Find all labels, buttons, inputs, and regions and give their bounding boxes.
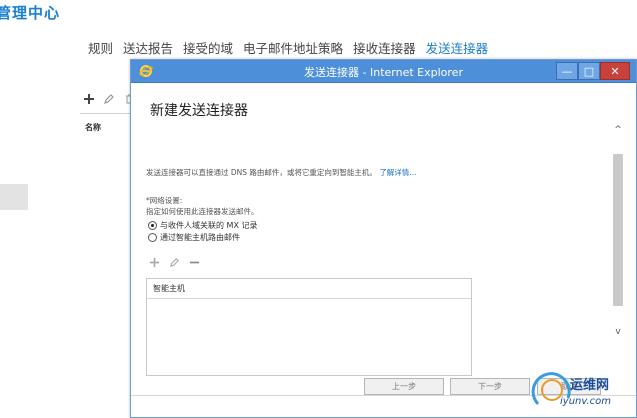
nav-email-address-policies[interactable]: 电子邮件地址策略 bbox=[243, 38, 343, 57]
maximize-button[interactable]: □ bbox=[578, 62, 600, 80]
sidebar-selected-item[interactable] bbox=[0, 184, 28, 210]
radio-button-checked[interactable] bbox=[148, 221, 157, 230]
dialog-content: 新建发送连接器 发送连接器可以直接通过 DNS 路由邮件，或将它重定向到智能主机… bbox=[132, 84, 608, 395]
top-nav: 规则 送达报告 接受的域 电子邮件地址策略 接收连接器 发送连接器 bbox=[88, 38, 488, 57]
intro-description: 发送连接器可以直接通过 DNS 路由邮件，或将它重定向到智能主机。 bbox=[146, 168, 377, 177]
scrollbar-thumb[interactable] bbox=[613, 154, 623, 306]
add-host-plus-icon[interactable] bbox=[148, 256, 160, 268]
close-button[interactable]: ✕ bbox=[600, 62, 630, 80]
radio-smart-host[interactable]: 通过智能主机路由邮件 bbox=[148, 232, 240, 243]
nav-receive-connectors[interactable]: 接收连接器 bbox=[353, 38, 416, 57]
radio-mx-record-label: 与收件人域关联的 MX 记录 bbox=[160, 221, 258, 230]
edit-host-pencil-icon[interactable] bbox=[168, 256, 180, 268]
watermark-url: iyunv.com bbox=[560, 396, 612, 407]
column-header-name[interactable]: 名称 bbox=[85, 122, 101, 133]
app-title: 管理中心 bbox=[0, 4, 61, 22]
scroll-up-chevron-icon[interactable]: ^ bbox=[609, 124, 627, 136]
nav-send-connectors[interactable]: 发送连接器 bbox=[426, 38, 489, 57]
radio-button-unchecked[interactable] bbox=[148, 233, 157, 242]
network-settings-label: *网络设置: bbox=[146, 196, 183, 205]
nav-rules[interactable]: 规则 bbox=[88, 38, 113, 57]
nav-accepted-domains[interactable]: 接受的域 bbox=[183, 38, 233, 57]
plus-icon[interactable] bbox=[82, 92, 96, 106]
minimize-button[interactable]: — bbox=[556, 62, 578, 80]
watermark-brand: 运维网 bbox=[570, 378, 610, 393]
back-button[interactable]: 上一步 bbox=[364, 378, 444, 395]
learn-more-link[interactable]: 了解详情... bbox=[379, 168, 416, 177]
vertical-scrollbar[interactable]: ^ v bbox=[609, 124, 627, 338]
smart-hosts-list[interactable]: 智能主机 bbox=[146, 278, 472, 376]
intro-text: 发送连接器可以直接通过 DNS 路由邮件，或将它重定向到智能主机。 了解详情..… bbox=[146, 167, 416, 178]
radio-smart-host-label: 通过智能主机路由邮件 bbox=[160, 233, 240, 242]
nav-delivery-reports[interactable]: 送达报告 bbox=[123, 38, 173, 57]
scroll-down-chevron-icon[interactable]: v bbox=[609, 326, 627, 338]
window-titlebar[interactable]: 发送连接器 - Internet Explorer — □ ✕ bbox=[131, 60, 636, 83]
smart-hosts-column-header: 智能主机 bbox=[147, 279, 471, 299]
pencil-icon[interactable] bbox=[102, 92, 116, 106]
radio-mx-record[interactable]: 与收件人域关联的 MX 记录 bbox=[148, 220, 257, 231]
window-controls: — □ ✕ bbox=[556, 62, 630, 80]
site-watermark: 运维网 iyunv.com bbox=[530, 366, 634, 414]
dialog-title: 新建发送连接器 bbox=[150, 103, 248, 119]
next-button[interactable]: 下一步 bbox=[450, 378, 530, 395]
smart-host-toolbar bbox=[148, 256, 200, 268]
network-settings-description: 指定如何使用此连接器发送邮件。 bbox=[146, 207, 259, 216]
toolbar-divider bbox=[80, 113, 132, 114]
remove-host-minus-icon[interactable] bbox=[188, 256, 200, 268]
list-toolbar bbox=[82, 92, 136, 106]
ie-popup-window: 发送连接器 - Internet Explorer — □ ✕ 新建发送连接器 … bbox=[130, 59, 637, 418]
